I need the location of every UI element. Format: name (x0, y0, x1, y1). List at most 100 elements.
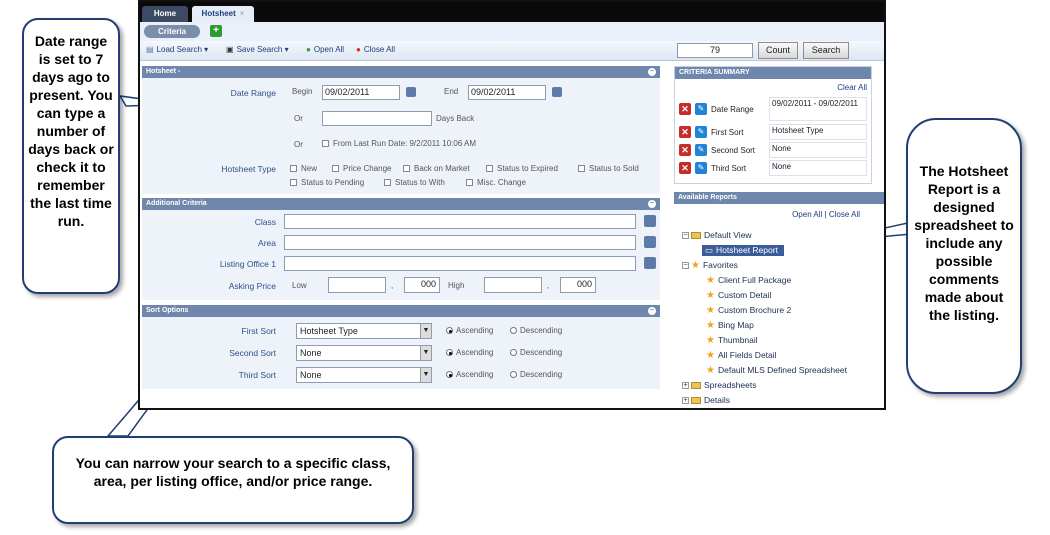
tree-favorite-item[interactable]: ★ All Fields Detail (706, 350, 777, 361)
area-field[interactable] (284, 235, 636, 250)
star-icon: ★ (706, 365, 715, 376)
tree-spreadsheets[interactable]: + Spreadsheets (682, 380, 756, 390)
close-all-link[interactable]: Close All (829, 210, 860, 219)
ascending-radio[interactable]: Ascending (446, 370, 493, 379)
low-price-field[interactable] (328, 277, 386, 293)
type-status-expired-checkbox[interactable]: Status to Expired (486, 164, 558, 173)
type-price-change-checkbox[interactable]: Price Change (332, 164, 391, 173)
clear-all-link[interactable]: Clear All (837, 83, 867, 92)
begin-date-field[interactable]: 09/02/2011 (322, 85, 400, 100)
collapse-icon[interactable]: − (648, 68, 656, 76)
low-suffix-field[interactable]: 000 (404, 277, 440, 293)
summary-value: Hotsheet Type (769, 124, 867, 140)
low-label: Low (292, 281, 307, 290)
tab-hotsheet[interactable]: Hotsheet × (192, 6, 254, 22)
comma: , (391, 281, 394, 290)
end-date-field[interactable]: 09/02/2011 (468, 85, 546, 100)
checkbox-icon (384, 179, 391, 187)
tree-hotsheet-report[interactable]: ▭ Hotsheet Report (702, 245, 784, 256)
ascending-radio[interactable]: Ascending (446, 326, 493, 335)
expand-tree-icon[interactable]: + (682, 397, 689, 405)
tree-favorite-item[interactable]: ★ Custom Brochure 2 (706, 305, 791, 316)
close-tab-icon[interactable]: × (240, 9, 245, 18)
save-search-button[interactable]: ▣ Save Search ▾ (226, 45, 289, 57)
type-status-with-checkbox[interactable]: Status to With (384, 178, 445, 187)
checkbox-icon (486, 165, 493, 173)
tree-default-view[interactable]: − Default View (682, 230, 752, 240)
search-icon[interactable] (644, 236, 656, 248)
tab-home[interactable]: Home (142, 6, 188, 22)
tree-favorite-item[interactable]: ★ Default MLS Defined Spreadsheet (706, 365, 847, 376)
hotsheet-app-window: Home Hotsheet × Criteria + ▤ Load Search ▾… (138, 0, 886, 410)
collapse-icon[interactable]: − (648, 307, 656, 315)
search-button[interactable]: Search (803, 42, 849, 59)
checkbox-icon (290, 179, 297, 187)
listing-office-field[interactable] (284, 256, 636, 271)
search-icon[interactable] (644, 257, 656, 269)
type-status-sold-checkbox[interactable]: Status to Sold (578, 164, 639, 173)
tree-details[interactable]: + Details (682, 395, 730, 405)
sort-options-panel: Sort Options − First Sort Hotsheet Type ▼… (142, 305, 660, 389)
class-field[interactable] (284, 214, 636, 229)
open-all-link[interactable]: Open All (792, 210, 822, 219)
type-status-pending-checkbox[interactable]: Status to Pending (290, 178, 364, 187)
calendar-icon[interactable] (552, 87, 562, 97)
expand-tree-icon[interactable]: + (682, 382, 689, 390)
bottom-callout: You can narrow your search to a specific… (52, 436, 414, 524)
remove-icon[interactable]: ✕ (679, 103, 691, 115)
additional-criteria-header[interactable]: Additional Criteria − (142, 198, 660, 210)
sort-options-header[interactable]: Sort Options − (142, 305, 660, 317)
remove-icon[interactable]: ✕ (679, 162, 691, 174)
close-all-button[interactable]: ● Close All (356, 45, 395, 57)
begin-label: Begin (292, 87, 313, 96)
ascending-radio[interactable]: Ascending (446, 348, 493, 357)
type-back-on-market-checkbox[interactable]: Back on Market (403, 164, 470, 173)
chevron-down-icon[interactable]: ▼ (420, 324, 431, 338)
first-sort-select[interactable]: Hotsheet Type ▼ (296, 323, 432, 339)
add-criteria-icon[interactable]: + (210, 25, 222, 37)
calendar-icon[interactable] (406, 87, 416, 97)
descending-radio[interactable]: Descending (510, 370, 562, 379)
tree-favorite-item[interactable]: ★ Bing Map (706, 320, 754, 331)
chevron-down-icon[interactable]: ▼ (420, 346, 431, 360)
edit-icon[interactable]: ✎ (695, 144, 707, 156)
count-button[interactable]: Count (758, 42, 798, 59)
type-misc-change-checkbox[interactable]: Misc. Change (466, 178, 526, 187)
remove-icon[interactable]: ✕ (679, 126, 691, 138)
hotsheet-panel-header[interactable]: Hotsheet - − (142, 66, 660, 78)
collapse-icon[interactable]: − (648, 200, 656, 208)
count-field[interactable]: 79 (677, 43, 753, 58)
tree-label: Custom Detail (717, 290, 772, 300)
tree-favorite-item[interactable]: ★ Custom Detail (706, 290, 771, 301)
sort-row: Third Sort None ▼ Ascending Descending (142, 365, 660, 385)
search-icon[interactable] (644, 215, 656, 227)
collapse-tree-icon[interactable]: − (682, 232, 689, 240)
tab-hotsheet-label: Hotsheet (201, 9, 236, 18)
type-new-checkbox[interactable]: New (290, 164, 317, 173)
second-sort-select[interactable]: None ▼ (296, 345, 432, 361)
edit-icon[interactable]: ✎ (695, 162, 707, 174)
days-back-field[interactable] (322, 111, 432, 126)
descending-radio[interactable]: Descending (510, 326, 562, 335)
tree-favorites[interactable]: − ★ Favorites (682, 260, 738, 271)
edit-icon[interactable]: ✎ (695, 103, 707, 115)
third-sort-select[interactable]: None ▼ (296, 367, 432, 383)
remove-icon[interactable]: ✕ (679, 144, 691, 156)
tree-favorite-item[interactable]: ★ Client Full Package (706, 275, 791, 286)
save-search-label: Save Search (236, 45, 283, 54)
open-all-button[interactable]: ● Open All (306, 45, 344, 57)
collapse-tree-icon[interactable]: − (682, 262, 689, 270)
edit-icon[interactable]: ✎ (695, 126, 707, 138)
available-reports-body: Open All | Close All − Default View ▭ Hots… (674, 204, 884, 408)
sort-value: Hotsheet Type (300, 326, 358, 336)
load-search-button[interactable]: ▤ Load Search ▾ (146, 45, 208, 57)
criteria-pill[interactable]: Criteria (144, 25, 200, 38)
from-last-run-checkbox[interactable]: From Last Run Date: 9/2/2011 10:06 AM (322, 139, 476, 148)
tree-label: Hotsheet Report (716, 245, 778, 255)
descending-radio[interactable]: Descending (510, 348, 562, 357)
chevron-down-icon[interactable]: ▼ (420, 368, 431, 382)
high-suffix-field[interactable]: 000 (560, 277, 596, 293)
tree-favorite-item[interactable]: ★ Thumbnail (706, 335, 758, 346)
additional-criteria-body: Class Area Listing Office 1 Asking Price… (142, 210, 660, 300)
high-price-field[interactable] (484, 277, 542, 293)
